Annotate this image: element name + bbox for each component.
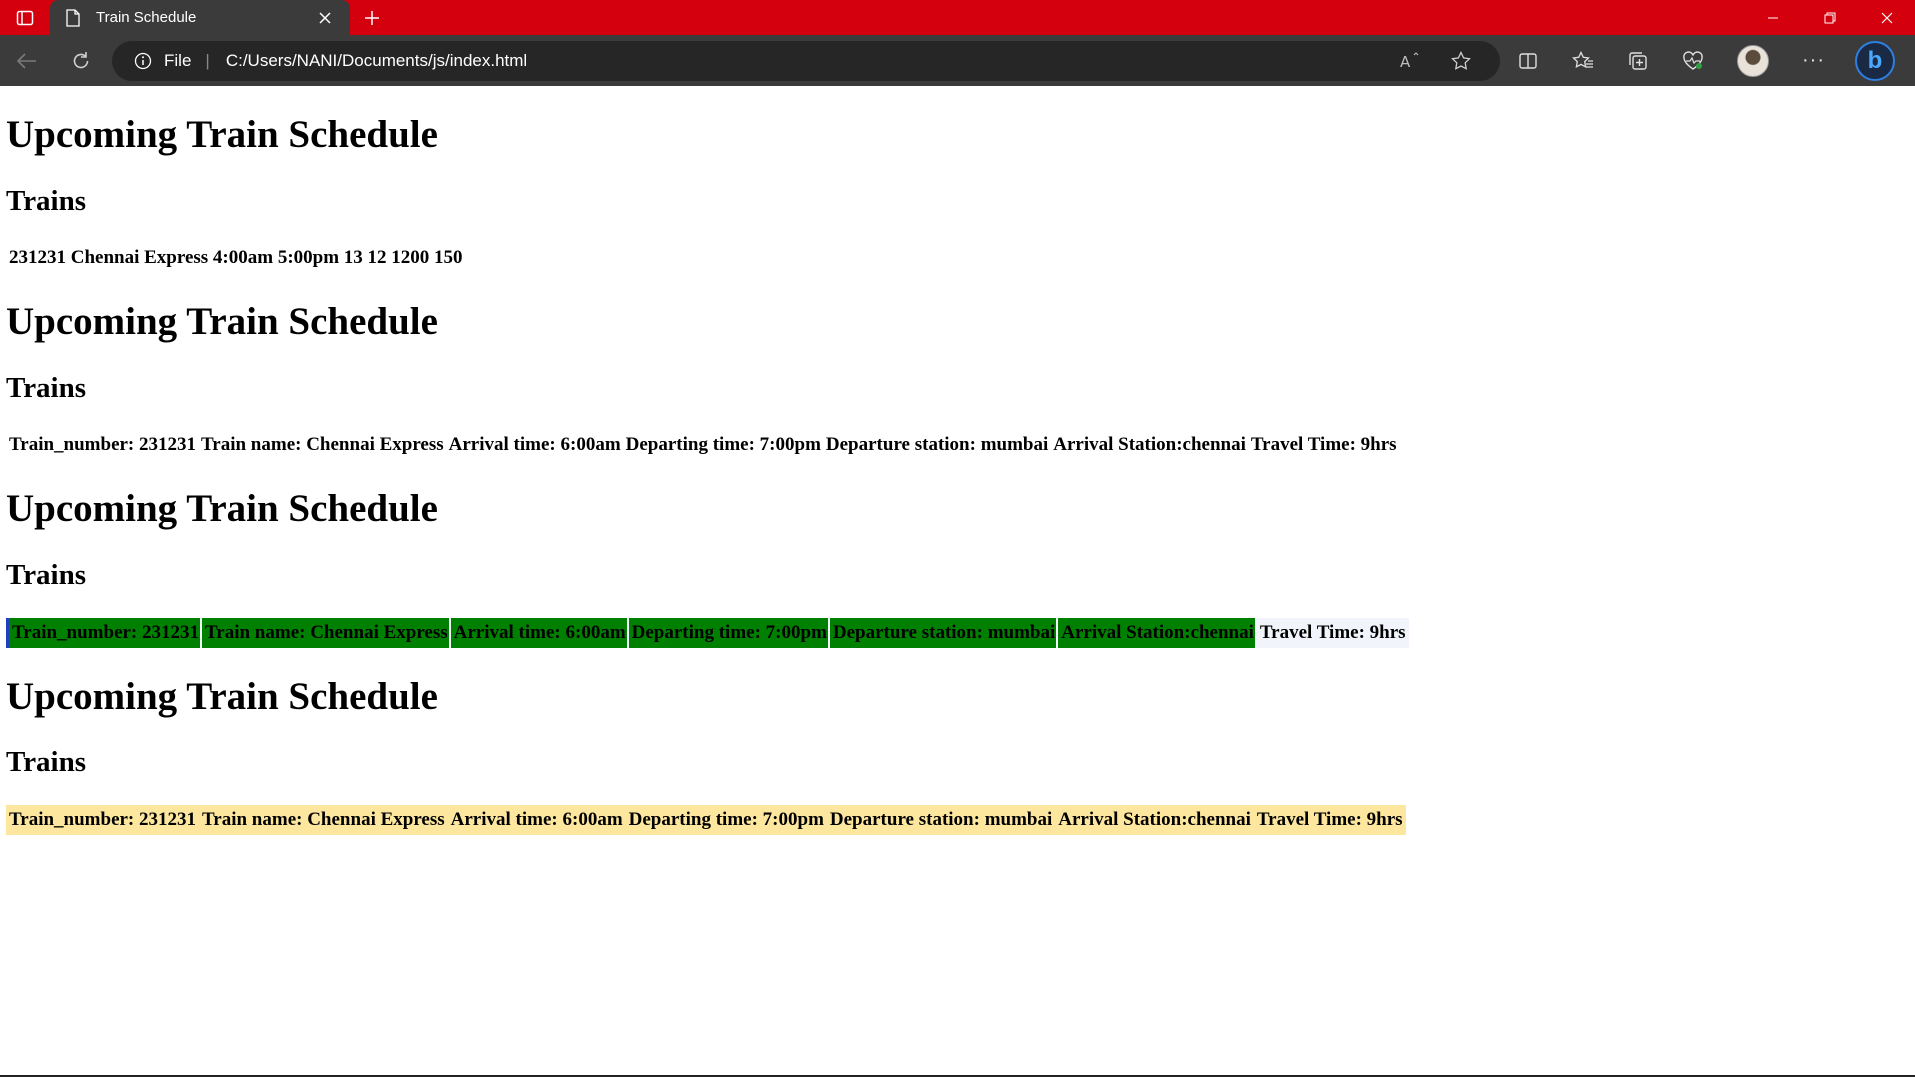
cell-travel-time: Travel Time: 9hrs [1250,434,1397,456]
train-row: 231231 Chennai Express 4:00am 5:00pm 13 … [6,243,465,273]
train-row-text: 231231 Chennai Express 4:00am 5:00pm 13 … [9,247,463,269]
back-icon[interactable] [0,41,54,81]
page-heading: Upcoming Train Schedule [6,113,438,156]
split-screen-icon[interactable] [1500,41,1555,81]
trains-subheading: Trains [6,746,87,779]
collections-icon[interactable] [1610,41,1665,81]
star-icon[interactable] [1436,50,1486,71]
window-close-icon[interactable] [1858,0,1915,35]
cell-travel-time: Travel Time: 9hrs [1259,621,1406,643]
cell-arrival-station: Arrival Station:chennai [1058,617,1255,648]
train-row-highlighted: Train_number: 231231 Train name: Chennai… [6,617,1409,648]
browser-essentials-icon[interactable] [1665,41,1720,81]
trains-subheading: Trains [6,184,87,217]
cell-train-name: Train name: Chennai Express [202,617,449,648]
trains-subheading: Trains [6,559,87,592]
train-row: Train_number: 231231 Train name: Chennai… [6,430,1399,460]
schedule-section-2: Upcoming Train Schedule Trains Train_num… [6,300,1906,460]
plus-icon[interactable] [350,0,394,35]
browser-titlebar: Train Schedule [0,0,1915,35]
info-icon[interactable] [132,50,154,72]
cell-travel-time: Travel Time: 9hrs [1256,808,1403,830]
minimize-icon[interactable] [1744,0,1801,35]
train-row-highlighted: Train_number: 231231 Train name: Chennai… [6,804,1406,835]
bing-glyph: b [1867,46,1883,74]
browser-tab-active[interactable]: Train Schedule [50,0,350,35]
more-glyph: ··· [1802,49,1825,71]
schedule-section-1: Upcoming Train Schedule Trains 231231 Ch… [6,113,1906,273]
schedule-section-3: Upcoming Train Schedule Trains Train_num… [6,487,1906,648]
trains-subheading: Trains [6,372,87,405]
address-url[interactable]: C:/Users/NANI/Documents/js/index.html [226,51,1386,71]
avatar-image [1737,44,1769,77]
document-icon [66,8,84,27]
address-scheme-label: File [164,50,192,70]
tab-actions-icon[interactable] [0,0,50,35]
address-separator: | [205,50,210,70]
page-heading: Upcoming Train Schedule [6,674,438,718]
bing-icon[interactable]: b [1855,40,1895,81]
refresh-icon[interactable] [54,41,108,81]
cell-departing-time: Departing time: 7:00pm [625,434,821,456]
close-icon[interactable] [314,7,336,29]
cell-train-number: Train_number: 231231 [9,617,201,648]
cell-arrival-time: Arrival time: 6:00am [450,808,623,830]
browser-toolbar: File | C:/Users/NANI/Documents/js/index.… [0,35,1915,86]
cell-departing-time: Departing time: 7:00pm [628,617,828,648]
favorites-icon[interactable] [1555,41,1610,81]
cell-departure-station: Departure station: mumbai [825,434,1049,456]
profile-avatar[interactable] [1720,41,1786,81]
read-aloud-glyph: A [1400,53,1411,70]
cell-train-number: Train_number: 231231 [9,434,197,456]
more-icon[interactable]: ··· [1786,41,1841,81]
cell-arrival-time: Arrival time: 6:00am [450,617,627,648]
cell-train-name: Train name: Chennai Express [202,808,445,830]
cell-departure-station: Departure station: mumbai [829,808,1053,830]
cell-arrival-station: Arrival Station:chennai [1053,434,1246,456]
cell-train-name: Train name: Chennai Express [201,434,444,456]
cell-departing-time: Departing time: 7:00pm [628,808,824,830]
titlebar-spacer [394,0,1744,35]
page-heading: Upcoming Train Schedule [6,300,438,344]
page-content: Upcoming Train Schedule Trains 231231 Ch… [6,86,1906,835]
cell-arrival-station: Arrival Station:chennai [1058,808,1251,830]
address-bar[interactable]: File | C:/Users/NANI/Documents/js/index.… [112,40,1500,81]
schedule-section-4: Upcoming Train Schedule Trains Train_num… [6,675,1906,835]
read-aloud-icon[interactable]: A [1386,51,1436,70]
cell-departure-station: Departure station: mumbai [829,617,1057,648]
page-heading: Upcoming Train Schedule [6,487,438,531]
cell-arrival-time: Arrival time: 6:00am [448,434,621,456]
restore-icon[interactable] [1801,0,1858,35]
cell-train-number: Train_number: 231231 [9,808,197,830]
tab-title: Train Schedule [96,9,197,26]
